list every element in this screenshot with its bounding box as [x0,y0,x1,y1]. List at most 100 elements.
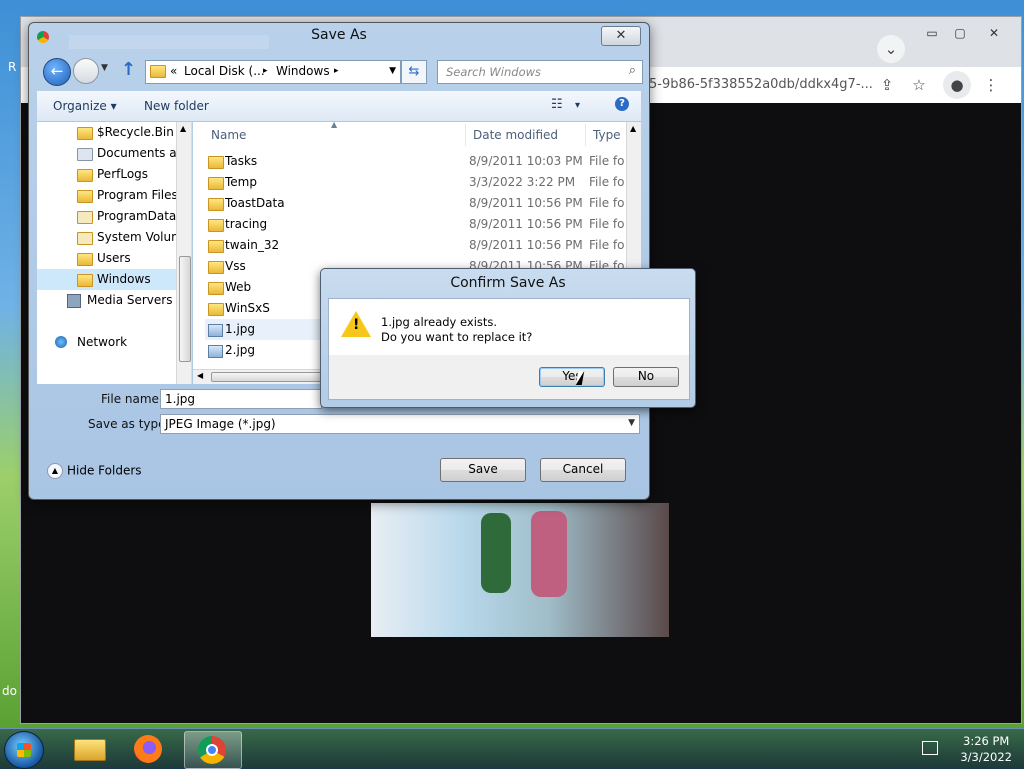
column-divider[interactable] [465,124,466,146]
dialog-close-button[interactable]: ✕ [601,26,641,46]
taskbar: 3:26 PM 3/3/2022 [0,728,1024,769]
column-header-name[interactable]: Name [211,128,246,142]
scroll-up-arrow[interactable]: ▲ [630,124,636,133]
taskbar-firefox[interactable] [122,731,178,767]
desktop-edge-text: R [8,60,17,74]
organize-button[interactable]: Organize ▾ [53,99,117,113]
file-row[interactable]: Tasks 8/9/2011 10:03 PM File fol [205,151,625,172]
back-button[interactable]: ← [43,58,71,86]
hide-folders-toggle[interactable]: ▲ Hide Folders [47,463,142,479]
up-folder-button[interactable]: ↑ [121,59,136,80]
tree-item-label: Network [77,335,128,349]
new-folder-button[interactable]: New folder [144,99,209,113]
tree-item-users[interactable]: Users [37,248,183,269]
folder-icon [77,253,93,266]
tree-item-windows[interactable]: Windows [37,269,183,290]
tree-item-system-volume[interactable]: System Volume [37,227,183,248]
artwork-image [371,503,669,637]
profile-icon[interactable]: ● [943,71,971,99]
save-type-select[interactable]: JPEG Image (*.jpg) ▼ [160,414,640,434]
network-tray-icon[interactable] [922,741,938,755]
command-bar: Organize ▾ New folder ☷ ▾ ? [37,91,641,122]
file-name-input[interactable]: 1.jpg [160,389,322,409]
view-options-icon[interactable]: ☷ [551,97,563,112]
menu-icon[interactable]: ⋮ [977,71,1005,99]
scroll-up-arrow[interactable]: ▲ [180,124,186,133]
tree-item-label: Documents and [97,146,183,160]
taskbar-file-explorer[interactable] [62,731,118,767]
help-icon[interactable]: ? [615,97,629,111]
system-clock[interactable]: 3:26 PM 3/3/2022 [960,733,1012,765]
tree-item-program-files[interactable]: Program Files [37,185,183,206]
clock-date: 3/3/2022 [960,750,1012,764]
image-file-icon [208,345,223,358]
tree-item-label: Windows [97,272,151,286]
address-bar-url[interactable]: 5-9b86-5f338552a0db/ddkx4g7-... [649,77,873,92]
artwork-figure [531,511,567,597]
recent-locations-dropdown[interactable]: ▼ [101,63,108,73]
folder-icon [208,303,224,316]
folder-icon [77,232,93,245]
yes-button[interactable]: Yes [539,367,605,387]
minimize-icon[interactable]: ▭ [917,21,947,45]
confirm-dialog-body: ! 1.jpg already exists. Do you want to r… [328,298,690,356]
file-name: twain_32 [225,238,280,252]
tree-item-network[interactable]: Network [37,332,183,353]
chrome-icon [198,736,226,764]
save-button[interactable]: Save [440,458,526,482]
dialog-title: Save As [311,27,367,43]
refresh-icon[interactable]: ⇆ [401,60,427,84]
breadcrumb-windows[interactable]: Windows [276,64,330,78]
file-date: 8/9/2011 10:56 PM [469,238,583,252]
file-row[interactable]: twain_32 8/9/2011 10:56 PM File fol [205,235,625,256]
chevron-down-icon[interactable]: ▼ [628,418,635,428]
tab-search-icon[interactable]: ⌄ [877,35,905,63]
folder-icon [77,274,93,287]
column-divider[interactable] [585,124,586,146]
column-header-date[interactable]: Date modified [473,128,558,142]
tree-item-programdata[interactable]: ProgramData [37,206,183,227]
tree-item-documents[interactable]: Documents and [37,143,183,164]
media-server-icon [67,294,81,308]
cancel-button[interactable]: Cancel [540,458,626,482]
hscroll-thumb[interactable] [211,372,323,382]
scroll-left-arrow[interactable]: ◀ [197,371,203,380]
tree-scroll-thumb[interactable] [179,256,191,362]
forward-button[interactable] [73,58,99,84]
folder-icon [208,177,224,190]
tree-scrollbar[interactable]: ▲ [176,122,191,384]
maximize-icon[interactable]: ▢ [945,21,975,45]
tree-item-perflogs[interactable]: PerfLogs [37,164,183,185]
start-button[interactable] [4,731,44,769]
file-row[interactable]: ToastData 8/9/2011 10:56 PM File fol [205,193,625,214]
file-type: File fol [589,175,625,189]
image-file-icon [208,324,223,337]
view-dropdown-icon[interactable]: ▾ [575,100,580,111]
file-row[interactable]: Temp 3/3/2022 3:22 PM File fol [205,172,625,193]
column-header-type[interactable]: Type [593,128,621,142]
breadcrumb-separator[interactable]: ▸ [334,66,339,76]
address-prefix[interactable]: « [170,64,177,78]
tree-item-media-servers[interactable]: Media Servers [37,290,183,311]
no-button[interactable]: No [613,367,679,387]
address-bar[interactable]: « Local Disk (... ▸ Windows ▸ ▼ [145,60,401,84]
tree-item-recycle-bin[interactable]: $Recycle.Bin [37,122,183,143]
folder-icon [150,65,166,78]
file-name: 1.jpg [225,322,256,336]
star-icon[interactable]: ☆ [905,71,933,99]
file-row[interactable]: tracing 8/9/2011 10:56 PM File fol [205,214,625,235]
desktop-icon-label[interactable]: do [2,684,17,698]
breadcrumb-separator[interactable]: ▸ [263,66,268,76]
address-dropdown-icon[interactable]: ▼ [389,66,396,76]
search-icon[interactable]: ⌕ [629,63,636,78]
breadcrumb-local-disk[interactable]: Local Disk (... [184,64,265,78]
file-type: File fol [589,217,625,231]
folder-icon [77,127,93,140]
artwork-figure [481,513,511,593]
search-input[interactable]: Search Windows ⌕ [437,60,643,84]
file-name-label: File name: [101,392,163,406]
taskbar-chrome[interactable] [184,731,242,769]
share-icon[interactable]: ⇪ [873,71,901,99]
close-icon[interactable]: ✕ [979,21,1009,45]
folder-icon [208,261,224,274]
